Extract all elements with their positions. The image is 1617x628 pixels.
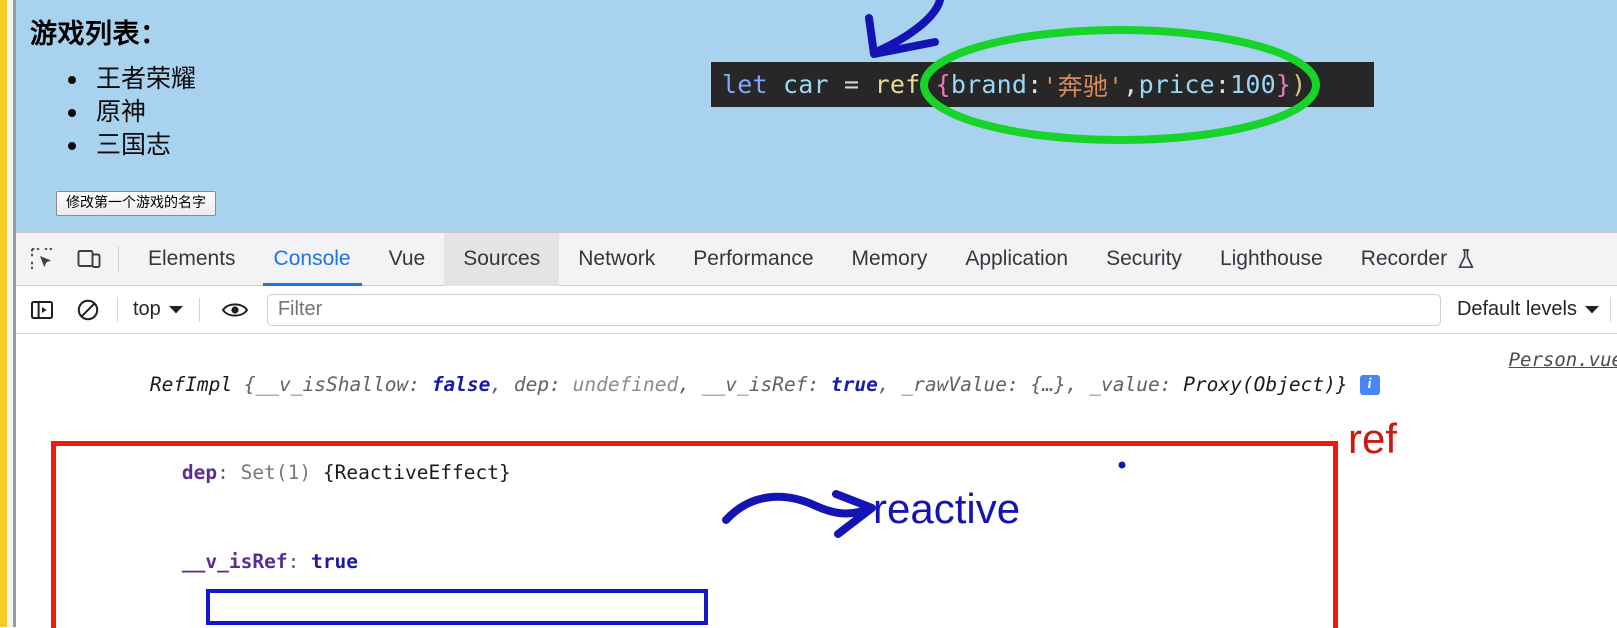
rename-first-game-button[interactable]: 修改第一个游戏的名字: [56, 191, 216, 216]
property-value-detail: {ReactiveEffect}: [323, 461, 511, 484]
property-row-is-shallow[interactable]: __v_isShallow: false: [16, 606, 1617, 628]
list-item: 王者荣耀: [90, 62, 196, 95]
device-toolbar-icon[interactable]: [68, 238, 110, 280]
code-token-space: [768, 70, 783, 99]
source-link[interactable]: Person.vue: [1509, 346, 1617, 376]
property-name: __v_isRef: [182, 550, 288, 573]
preview-value: {…}: [1031, 373, 1066, 396]
tab-label: Recorder: [1361, 247, 1447, 271]
tab-vue[interactable]: Vue: [370, 233, 445, 286]
code-token-brand-value: '奔驰': [1042, 67, 1123, 103]
property-row-is-ref[interactable]: __v_isRef: true: [16, 517, 1617, 606]
log-levels-dropdown[interactable]: Default levels: [1453, 298, 1610, 321]
clear-console-icon[interactable]: [68, 290, 108, 330]
toolbar-divider: [1610, 298, 1611, 322]
tab-elements[interactable]: Elements: [129, 233, 255, 286]
tab-label: Application: [965, 247, 1068, 271]
flask-icon: [1456, 248, 1476, 270]
tab-label: Lighthouse: [1220, 247, 1323, 271]
console-sidebar-toggle-icon[interactable]: [22, 290, 62, 330]
tab-label: Network: [578, 247, 655, 271]
info-badge[interactable]: i: [1360, 375, 1380, 395]
devtools-panel: Elements Console Vue Sources Network Per…: [16, 232, 1617, 627]
tab-label: Memory: [852, 247, 928, 271]
live-expression-eye-icon[interactable]: [215, 290, 255, 330]
preview-key: __v_isRef: [702, 373, 808, 396]
tabbar-divider: [118, 246, 119, 272]
preview-key: __v_isShallow: [256, 373, 409, 396]
edge-stripe-gray: [13, 0, 16, 627]
property-name: dep: [182, 461, 217, 484]
tab-label: Console: [274, 247, 351, 271]
console-message-refimpl[interactable]: RefImpl {__v_isShallow: false, dep: unde…: [16, 334, 1617, 628]
code-token-equals: =: [829, 70, 875, 99]
list-item: 三国志: [90, 128, 196, 161]
code-token-colon-2: :: [1215, 70, 1230, 99]
preview-key: dep: [514, 373, 549, 396]
chevron-down-icon: [168, 298, 184, 321]
property-value: Set(1): [241, 461, 311, 484]
list-item: 原神: [90, 95, 196, 128]
brace-close: }: [1336, 373, 1348, 396]
tab-recorder[interactable]: Recorder: [1342, 233, 1495, 286]
property-value: true: [311, 550, 358, 573]
tab-network[interactable]: Network: [559, 233, 674, 286]
inspect-element-icon[interactable]: [21, 238, 63, 280]
page-title: 游戏列表：: [30, 12, 168, 51]
code-token-ref: ref: [875, 70, 921, 99]
tab-memory[interactable]: Memory: [833, 233, 947, 286]
preview-value: Proxy(Object): [1183, 373, 1336, 396]
game-list: 王者荣耀 原神 三国志: [62, 62, 196, 161]
tab-sources[interactable]: Sources: [444, 233, 559, 286]
tab-console[interactable]: Console: [255, 233, 370, 286]
property-row-dep[interactable]: dep: Set(1) {ReactiveEffect}: [16, 429, 1617, 518]
preview-key: _value: [1089, 373, 1159, 396]
preview-value: false: [432, 373, 491, 396]
toolbar-divider: [117, 298, 118, 322]
tab-performance[interactable]: Performance: [674, 233, 832, 286]
code-token-paren-open: (: [920, 70, 935, 99]
object-header-line[interactable]: RefImpl {__v_isShallow: false, dep: unde…: [16, 340, 1617, 429]
tab-label: Performance: [693, 247, 813, 271]
page-viewport: 游戏列表： 王者荣耀 原神 三国志 修改第一个游戏的名字 let car = r…: [16, 0, 1617, 232]
preview-key: _rawValue: [901, 373, 1007, 396]
code-token-brand-key: brand: [951, 70, 1027, 99]
toolbar-divider: [199, 298, 200, 322]
preview-value: true: [831, 373, 878, 396]
tab-label: Vue: [389, 247, 426, 271]
tab-application[interactable]: Application: [946, 233, 1087, 286]
browser-window-edge: [0, 0, 17, 627]
tab-security[interactable]: Security: [1087, 233, 1201, 286]
devtools-tab-bar: Elements Console Vue Sources Network Per…: [16, 233, 1617, 286]
tab-label: Security: [1106, 247, 1182, 271]
levels-label: Default levels: [1457, 298, 1577, 321]
tab-lighthouse[interactable]: Lighthouse: [1201, 233, 1342, 286]
brace-open: {: [232, 373, 255, 396]
chevron-down-icon: [1584, 298, 1600, 321]
console-filter-input[interactable]: [267, 294, 1441, 326]
code-token-colon-1: :: [1027, 70, 1042, 99]
tab-label: Sources: [463, 247, 540, 271]
class-name: RefImpl: [150, 373, 232, 396]
console-message-list: RefImpl {__v_isShallow: false, dep: unde…: [16, 334, 1617, 628]
code-token-car: car: [783, 70, 829, 99]
context-label: top: [133, 298, 161, 321]
code-token-paren-close: ): [1291, 70, 1306, 99]
code-token-brace-close: }: [1276, 70, 1291, 99]
code-token-price-value: 100: [1230, 70, 1276, 99]
execution-context-selector[interactable]: top: [127, 298, 190, 321]
code-token-let: let: [722, 70, 768, 99]
edge-stripe-yellow: [0, 0, 7, 627]
code-snippet-image: let car = ref({brand:'奔驰',price:100}): [711, 62, 1374, 107]
code-token-price-key: price: [1139, 70, 1215, 99]
preview-value: undefined: [573, 373, 679, 396]
tab-label: Elements: [148, 247, 236, 271]
code-token-brace-open: {: [936, 70, 951, 99]
console-toolbar: top Default levels: [16, 286, 1617, 334]
code-token-comma: ,: [1123, 70, 1138, 99]
